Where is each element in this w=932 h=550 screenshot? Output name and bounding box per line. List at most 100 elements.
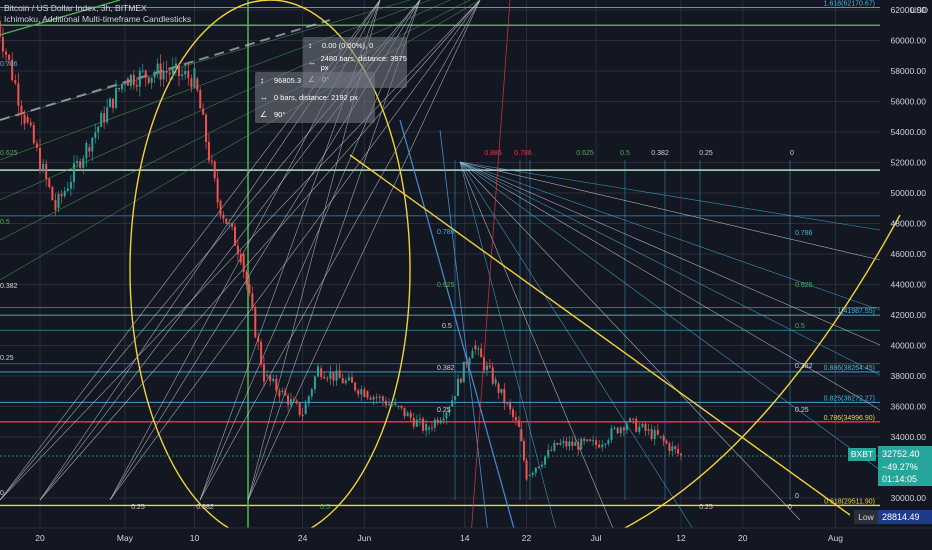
candle-body	[216, 178, 219, 203]
candle-body	[459, 378, 462, 383]
time-tick-label: May	[117, 533, 134, 543]
fan-mid-label: 0.25	[437, 407, 451, 414]
tooltip-row: ↔ 2480 bars, distance: 3975 px	[308, 53, 407, 72]
fan-right-label: 0.25	[795, 407, 809, 414]
candle-body	[171, 67, 174, 75]
candle-body	[403, 407, 406, 417]
candle-body	[205, 114, 208, 142]
price-tick-label: 54000.00	[891, 127, 927, 137]
candle-body	[477, 348, 480, 350]
candle-body	[471, 350, 474, 359]
candle-body	[289, 399, 292, 405]
candle-body	[199, 90, 202, 109]
candle-body	[525, 460, 528, 480]
fan-top-label: 0.25	[699, 150, 713, 157]
candle-body	[625, 423, 628, 431]
candle-body	[680, 453, 682, 456]
candle-body	[384, 400, 387, 406]
candle-body	[671, 446, 674, 451]
candle-body	[228, 222, 231, 224]
bars-range-icon: ↔	[260, 93, 268, 102]
candle-body	[465, 361, 468, 365]
fan-top-label: 0.625	[576, 150, 594, 157]
candle-body	[357, 390, 360, 395]
candle-body	[491, 367, 494, 384]
candle-body	[647, 429, 650, 431]
candle-body	[239, 254, 242, 263]
price-tick-label: 60000.00	[891, 36, 927, 46]
candle-body	[100, 113, 103, 127]
candle-body	[1, 37, 4, 52]
fan-mid-label: 0.5	[442, 323, 452, 330]
candle-body	[422, 418, 425, 431]
candle-body	[144, 70, 147, 78]
time-tick-label: Jun	[358, 533, 372, 543]
candle-body	[485, 365, 488, 370]
fib-right-label: 1.618(62170.67)	[824, 0, 875, 7]
candle-body	[292, 399, 295, 401]
candle-body	[512, 409, 515, 418]
indicators-line[interactable]: Ichimoku, Additional Multi-timeframe Can…	[4, 14, 191, 25]
candle-body	[275, 378, 278, 391]
candle-body	[94, 132, 97, 138]
candle-body	[112, 98, 115, 108]
candle-body	[14, 80, 17, 84]
time-tick-label: 20	[738, 533, 748, 543]
candle-body	[168, 72, 171, 75]
candle-body	[439, 420, 442, 424]
candle-body	[363, 389, 366, 398]
candle-body	[433, 419, 436, 428]
candle-body	[388, 403, 391, 406]
candle-body	[269, 375, 272, 381]
fan-right-label: 0.382	[795, 363, 813, 370]
fib-right-label: 1(41987.55)	[837, 308, 875, 315]
candle-body	[375, 397, 378, 399]
candle-body	[0, 20, 1, 38]
time-tick-label: Aug	[828, 533, 843, 543]
fib-right-label: 0.786(34996.90)	[824, 415, 875, 422]
candle-body	[509, 402, 512, 410]
candle-body	[29, 122, 32, 126]
candle-body	[415, 419, 418, 427]
fib-left-label: 0.5	[0, 219, 10, 226]
candle-body	[442, 418, 445, 421]
candle-body	[372, 397, 375, 400]
candle-body	[534, 467, 537, 473]
price-tick-label: 56000.00	[891, 97, 927, 107]
candle-body	[174, 63, 177, 68]
candle-body	[210, 160, 213, 162]
fan-mid-label: 0.382	[437, 365, 455, 372]
candle-body	[347, 377, 350, 381]
candle-body	[517, 420, 520, 427]
candle-body	[454, 396, 457, 401]
candle-body	[412, 417, 415, 427]
candle-body	[85, 142, 88, 159]
candle-body	[109, 98, 112, 108]
candle-body	[589, 439, 592, 441]
candle-body	[196, 78, 199, 91]
time-tick-label: 20	[35, 533, 45, 543]
candle-body	[159, 63, 162, 80]
candle-body	[436, 419, 439, 424]
candle-body	[272, 378, 275, 381]
fib-left-label: 0.25	[0, 355, 14, 362]
price-chart[interactable]: 1.618(62170.67) 1(41987.55) 0.886(38264.45…	[0, 0, 932, 550]
candle-body	[278, 390, 281, 397]
fan-right-label: 0.5	[795, 323, 805, 330]
candle-body	[351, 377, 354, 383]
candle-body	[69, 181, 72, 189]
candle-body	[341, 378, 344, 384]
chart-title[interactable]: Bitcoin / US Dollar Index, 3h, BITMEX	[4, 3, 191, 14]
candle-body	[317, 366, 320, 377]
candle-body	[565, 441, 568, 447]
candle-body	[165, 71, 168, 73]
candle-body	[222, 214, 225, 219]
candle-body	[394, 402, 397, 406]
candle-body	[592, 440, 595, 442]
candle-body	[653, 429, 656, 440]
candle-body	[162, 71, 165, 80]
candle-body	[332, 372, 335, 381]
candle-body	[418, 418, 421, 420]
candle-body	[103, 113, 106, 123]
currency-label[interactable]: USD	[910, 5, 928, 15]
